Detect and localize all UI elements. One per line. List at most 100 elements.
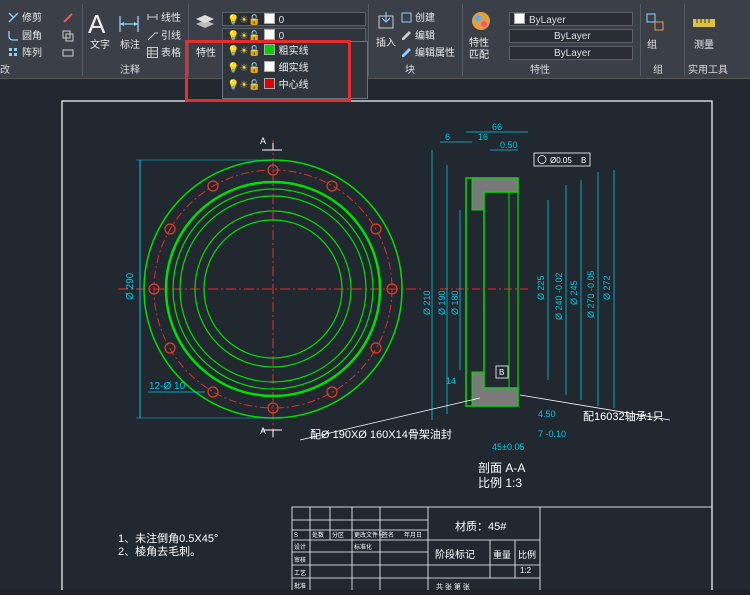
linetype-combo[interactable]: ByLayer	[509, 29, 633, 43]
create-block-icon	[401, 12, 412, 23]
array-button[interactable]: 阵列	[8, 47, 42, 60]
seal-callout: 配Ø 190XØ 160X14骨架油封	[310, 427, 452, 441]
drawing-svg: A A Ø 290 12-Ø 10 Ø 210 Ø 190 Ø 180 Ø 22…	[61, 100, 713, 595]
block-panel-label[interactable]: 块	[405, 64, 415, 78]
tb-marks: 处数	[312, 531, 324, 539]
dim-6: 6	[445, 132, 450, 142]
dim-d240: Ø 240 -0.02	[554, 272, 564, 320]
dim-d225: Ø 225	[536, 275, 546, 300]
properties-panel-label[interactable]: 特性	[530, 64, 550, 78]
dim-050: 0.50	[500, 140, 518, 150]
section-view: Ø 210 Ø 190 Ø 180 Ø 225 Ø 240 -0.02 Ø 24…	[422, 122, 615, 452]
fillet-button[interactable]: 圆角	[8, 30, 42, 43]
trim-button[interactable]: 修剪	[8, 12, 42, 25]
linear-dim-button[interactable]: 线性	[147, 12, 181, 25]
tb-zone: 分区	[332, 531, 344, 539]
dim-d190: Ø 190	[437, 290, 447, 315]
array-icon	[8, 47, 19, 58]
match-properties-label-1[interactable]: 特性	[469, 38, 489, 50]
section-scale: 比例 1:3	[478, 476, 522, 490]
trim-icon	[8, 12, 19, 23]
edit-attributes-button[interactable]: 编辑属性	[401, 47, 455, 60]
tb-review: 审核	[294, 556, 306, 564]
bulb-icon: 💡	[227, 15, 240, 26]
group-button[interactable]: 组	[647, 40, 657, 52]
section-mark-top: A	[260, 136, 266, 146]
measure-button[interactable]: 测量	[694, 40, 714, 52]
leader-icon	[147, 30, 158, 41]
bearing-callout: 配16032轴承1只	[583, 409, 664, 423]
ratio-label: 比例	[518, 549, 536, 560]
dim-16: 16	[478, 132, 488, 142]
edit-block-icon	[401, 30, 412, 41]
create-block-button[interactable]: 创建	[401, 12, 435, 25]
panel-divider	[82, 4, 83, 76]
layer-color-swatch	[263, 13, 275, 24]
tb-std: 标准化	[354, 543, 372, 551]
highlight-box	[185, 40, 351, 102]
edit-block-button[interactable]: 编辑	[401, 30, 435, 43]
group-icon[interactable]	[645, 12, 667, 38]
tolerance-value: Ø0.05	[550, 156, 572, 165]
table-button[interactable]: 表格	[147, 47, 181, 60]
linear-dim-icon	[147, 12, 158, 23]
tb-docno: 更改文件号	[354, 531, 384, 539]
layer-combo[interactable]: 💡☀🔓 0	[222, 12, 366, 26]
text-button[interactable]: 文字	[90, 40, 110, 52]
utilities-panel-label[interactable]: 实用工具	[688, 64, 728, 78]
section-title: 剖面 A-A	[478, 461, 525, 475]
panel-divider	[640, 4, 641, 76]
text-icon[interactable]: A	[88, 10, 105, 38]
color-swatch	[514, 13, 525, 24]
modify-panel-label[interactable]: 改	[0, 64, 10, 78]
insert-button[interactable]: 插入	[376, 38, 396, 50]
dim-7: 7 -0.10	[538, 429, 566, 439]
stage-label: 阶段标记	[435, 548, 475, 561]
tb-sheet: 共 张 第 张	[436, 582, 470, 590]
note-2: 2、棱角去毛刺。	[118, 545, 201, 558]
section-mark-bottom: A	[260, 426, 266, 436]
dim-diameter-290: Ø 290	[125, 272, 136, 300]
lineweight-combo[interactable]: ByLayer	[509, 46, 633, 60]
dimension-icon[interactable]	[118, 12, 140, 38]
tb-design: 设计	[294, 543, 306, 551]
copy-icon[interactable]	[62, 30, 74, 46]
ribbon: 修剪 圆角 阵列 改 A 文字 标注 线性 引线 表格 注释 特性 💡☀🔓 0 …	[0, 0, 750, 79]
annotation-panel-label[interactable]: 注释	[120, 64, 140, 78]
drawing-canvas[interactable]: A A Ø 290 12-Ø 10 Ø 210 Ø 190 Ø 180 Ø 22…	[0, 79, 750, 595]
match-properties-label-2[interactable]: 匹配	[469, 50, 489, 62]
dim-66: 66	[492, 122, 502, 132]
tb-s-label: S	[294, 533, 298, 539]
dim-d272: Ø 272	[602, 275, 612, 300]
edit-attributes-icon	[401, 47, 412, 58]
panel-divider	[684, 4, 685, 76]
dim-45: 45±0.05	[492, 442, 524, 452]
match-properties-icon[interactable]	[470, 10, 492, 36]
color-combo[interactable]: ByLayer	[509, 12, 633, 26]
drawing-border	[61, 100, 713, 595]
groups-panel-label[interactable]: 组	[653, 64, 663, 78]
dim-d180: Ø 180	[450, 290, 460, 315]
panel-divider	[368, 4, 369, 76]
dim-hole-pattern: 12-Ø 10	[149, 381, 186, 392]
mirror-icon[interactable]	[62, 47, 74, 63]
tb-sign: 签名	[382, 531, 394, 539]
dim-d245: Ø 245	[569, 280, 579, 305]
erase-icon[interactable]	[62, 12, 74, 28]
dim-450: 4.50	[538, 409, 556, 419]
layer-color-swatch	[263, 29, 275, 40]
tb-approve: 批准	[294, 582, 306, 590]
layer-properties-icon[interactable]	[194, 10, 216, 36]
table-icon	[147, 47, 158, 58]
note-1: 1、未注倒角0.5X45°	[118, 531, 218, 545]
measure-icon[interactable]	[692, 12, 716, 38]
insert-icon[interactable]	[376, 10, 398, 36]
dim-14: 14	[446, 376, 456, 386]
leader-button[interactable]: 引线	[147, 30, 181, 43]
dimension-button[interactable]: 标注	[120, 40, 140, 52]
front-view: A A Ø 290 12-Ø 10	[118, 136, 422, 440]
weight-label: 重量	[493, 549, 511, 560]
tolerance-datum: B	[581, 156, 586, 165]
datum-label: B	[499, 368, 504, 377]
dim-d210: Ø 210	[422, 290, 432, 315]
